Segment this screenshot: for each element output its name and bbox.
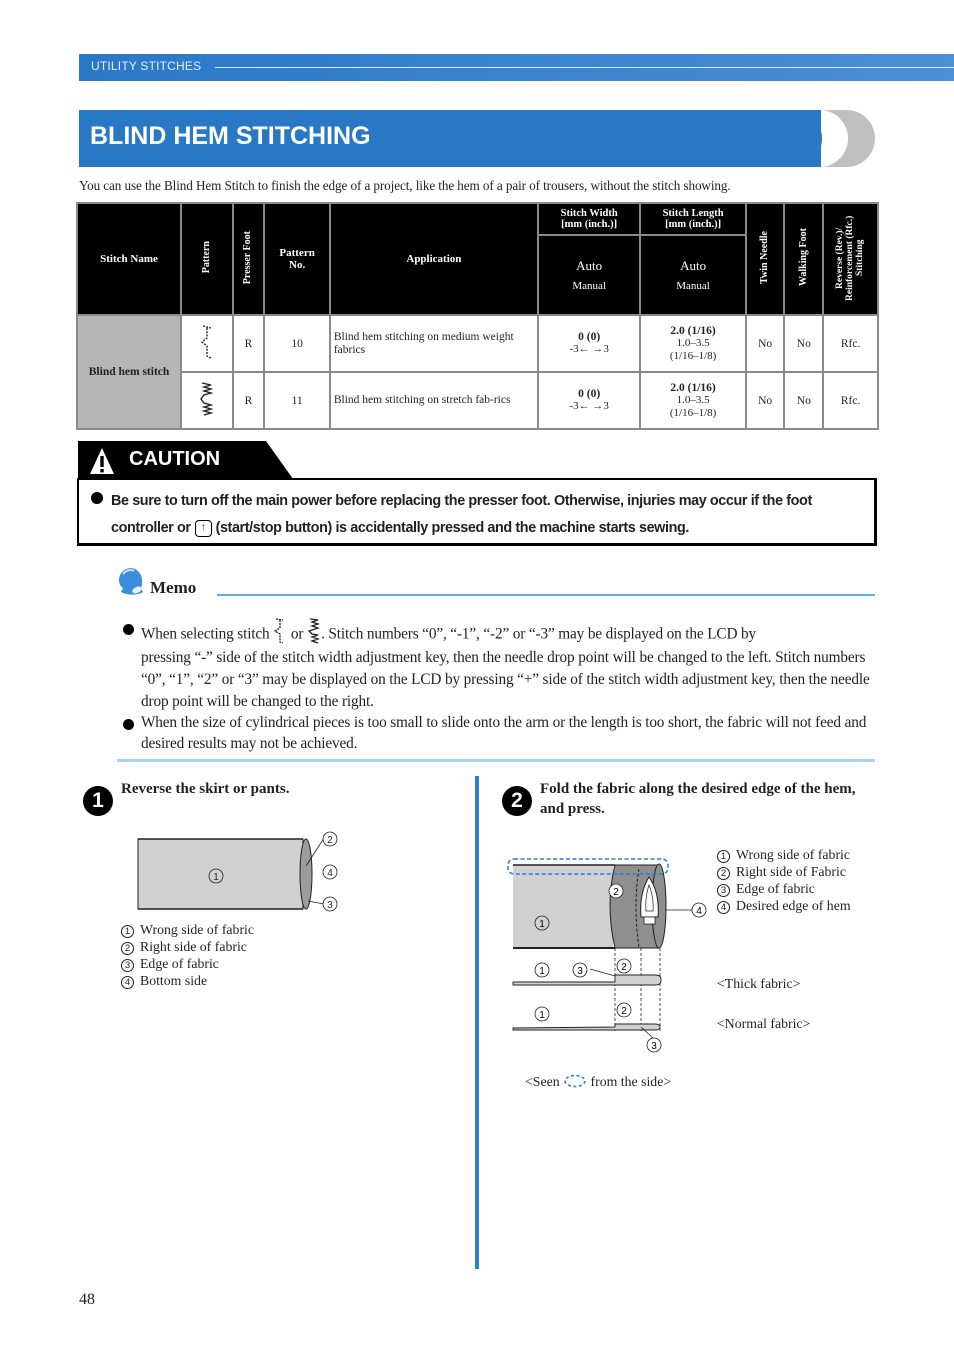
memo-title: Memo bbox=[150, 578, 197, 597]
memo-item: When the size of cylindrical pieces is t… bbox=[120, 713, 878, 754]
blind-hem-stitch-icon bbox=[180, 314, 234, 373]
memo-item: When selecting stitch or . Stitch number… bbox=[120, 617, 878, 713]
seen-from-side-caption: <Seen from the side> bbox=[525, 1074, 672, 1089]
callout-2: 2 bbox=[327, 835, 333, 846]
page-title: BLIND HEM STITCHING bbox=[90, 122, 371, 150]
bullet-icon bbox=[91, 492, 103, 504]
memo-rule bbox=[217, 594, 875, 596]
memo-list: When selecting stitch or . Stitch number… bbox=[120, 617, 878, 754]
memo-item-continuation: pressing “-” side of the stitch width ad… bbox=[141, 649, 870, 710]
walking-foot-cell: No bbox=[783, 314, 825, 373]
header-application: Application bbox=[328, 202, 539, 316]
step-2-number: 2 bbox=[502, 786, 532, 816]
presser-foot-cell: R bbox=[231, 371, 266, 430]
header-width-auto-manual: Auto Manual bbox=[536, 234, 642, 316]
column-divider bbox=[475, 776, 479, 1269]
callout-1: 1 bbox=[539, 1010, 545, 1021]
stitch-width-cell: 0 (0) -3← →3 bbox=[536, 371, 642, 430]
header-twin-needle: Twin Needle bbox=[744, 202, 786, 316]
legend-item: 4 Desired edge of hem bbox=[717, 897, 851, 914]
stretch-blind-hem-stitch-icon bbox=[180, 371, 234, 430]
header-pattern: Pattern bbox=[180, 202, 234, 316]
callout-2: 2 bbox=[621, 962, 627, 973]
legend-item: 1 Wrong side of fabric bbox=[121, 921, 254, 938]
reverse-cell: Rfc. bbox=[822, 314, 879, 373]
header-length-auto-manual: Auto Manual bbox=[639, 234, 747, 316]
callout-1: 1 bbox=[539, 966, 545, 977]
callout-3: 3 bbox=[327, 900, 333, 911]
table-row: R 11 Blind hem stitching on stretch fab-… bbox=[77, 371, 879, 430]
legend-item: 3 Edge of fabric bbox=[717, 880, 851, 897]
pattern-no-cell: 10 bbox=[263, 314, 331, 373]
callout-4: 4 bbox=[696, 906, 702, 917]
header-pattern-no: Pattern No. bbox=[263, 202, 331, 316]
stitch-group-name: Blind hem stitch bbox=[75, 314, 183, 430]
caution-header: CAUTION bbox=[78, 441, 293, 479]
section-label: UTILITY STITCHES bbox=[91, 59, 202, 73]
start-stop-button-icon: ↑ bbox=[194, 519, 212, 537]
header-stitch-length: Stitch Length [mm (inch.)] bbox=[639, 202, 747, 236]
table-row: Blind hem stitch R 10 Blind hem stitchin… bbox=[75, 314, 879, 430]
header-stitch-width: Stitch Width [mm (inch.)] bbox=[536, 202, 642, 236]
caution-box: Be sure to turn off the main power befor… bbox=[77, 478, 877, 546]
header-stitch-name: Stitch Name bbox=[75, 202, 183, 316]
application-cell: Blind hem stitching on medium weight fab… bbox=[328, 314, 539, 373]
intro-paragraph: You can use the Blind Hem Stitch to fini… bbox=[79, 178, 731, 193]
page-number: 48 bbox=[79, 1291, 95, 1308]
stitch-length-cell: 2.0 (1/16) 1.0–3.5 (1/16–1/8) bbox=[639, 371, 747, 430]
title-bar: BLIND HEM STITCHING bbox=[79, 110, 821, 167]
dashed-selection-icon bbox=[564, 1074, 586, 1088]
presser-foot-cell: R bbox=[231, 314, 266, 373]
application-cell: Blind hem stitching on stretch fab-rics bbox=[328, 371, 539, 430]
pattern-no-cell: 11 bbox=[263, 371, 331, 430]
step-1-legend: 1 Wrong side of fabric 2 Right side of fab… bbox=[121, 921, 254, 989]
legend-item: 3 Edge of fabric bbox=[121, 955, 254, 972]
thick-fabric-label: <Thick fabric> bbox=[717, 976, 801, 991]
walking-foot-cell: No bbox=[783, 371, 825, 430]
twin-needle-cell: No bbox=[744, 314, 786, 373]
callout-2: 2 bbox=[621, 1006, 627, 1017]
memo-bottom-rule bbox=[117, 759, 875, 762]
callout-1: 1 bbox=[539, 919, 545, 930]
section-header-bar: UTILITY STITCHES bbox=[79, 54, 954, 81]
reverse-cell: Rfc. bbox=[822, 371, 879, 430]
legend-item: 1 Wrong side of fabric bbox=[717, 846, 851, 863]
legend-item: 4 Bottom side bbox=[121, 972, 254, 989]
callout-3: 3 bbox=[577, 966, 583, 977]
callout-1: 1 bbox=[213, 872, 219, 883]
stitch-width-cell: 0 (0) -3← →3 bbox=[536, 314, 642, 373]
stitch-table: Stitch Name Pattern Presser Foot Pattern… bbox=[75, 202, 879, 430]
header-presser-foot: Presser Foot bbox=[231, 202, 266, 316]
caution-title: CAUTION bbox=[129, 448, 221, 470]
stitch-length-cell: 2.0 (1/16) 1.0–3.5 (1/16–1/8) bbox=[639, 314, 747, 373]
callout-3: 3 bbox=[651, 1041, 657, 1052]
section-rule bbox=[215, 67, 954, 68]
step-2-text: Fold the fabric along the desired edge o… bbox=[540, 781, 856, 817]
header-walking-foot: Walking Foot bbox=[783, 202, 825, 316]
memo-bell-icon bbox=[115, 566, 147, 602]
header-reverse: Reverse (Rev.)/ Reinforcement (Rfc.) Sti… bbox=[822, 202, 879, 316]
twin-needle-cell: No bbox=[744, 371, 786, 430]
bullet-icon bbox=[123, 624, 134, 635]
callout-4: 4 bbox=[327, 868, 333, 879]
callout-2: 2 bbox=[613, 887, 619, 898]
step-2-legend: 1 Wrong side of fabric 2 Right side of Fab… bbox=[717, 846, 851, 914]
reversed-skirt-illustration: 1 2 4 3 bbox=[137, 831, 338, 912]
normal-fabric-label: <Normal fabric> bbox=[717, 1016, 811, 1031]
step-1-text: Reverse the skirt or pants. bbox=[121, 781, 290, 797]
fold-hem-illustration: 2 1 4 1 3 2 1 2 3 bbox=[507, 858, 707, 1053]
legend-item: 2 Right side of fabric bbox=[121, 938, 254, 955]
caution-text: Be sure to turn off the main power befor… bbox=[111, 493, 812, 537]
bullet-icon bbox=[123, 719, 134, 730]
step-1-number: 1 bbox=[83, 786, 113, 816]
legend-item: 2 Right side of Fabric bbox=[717, 863, 851, 880]
